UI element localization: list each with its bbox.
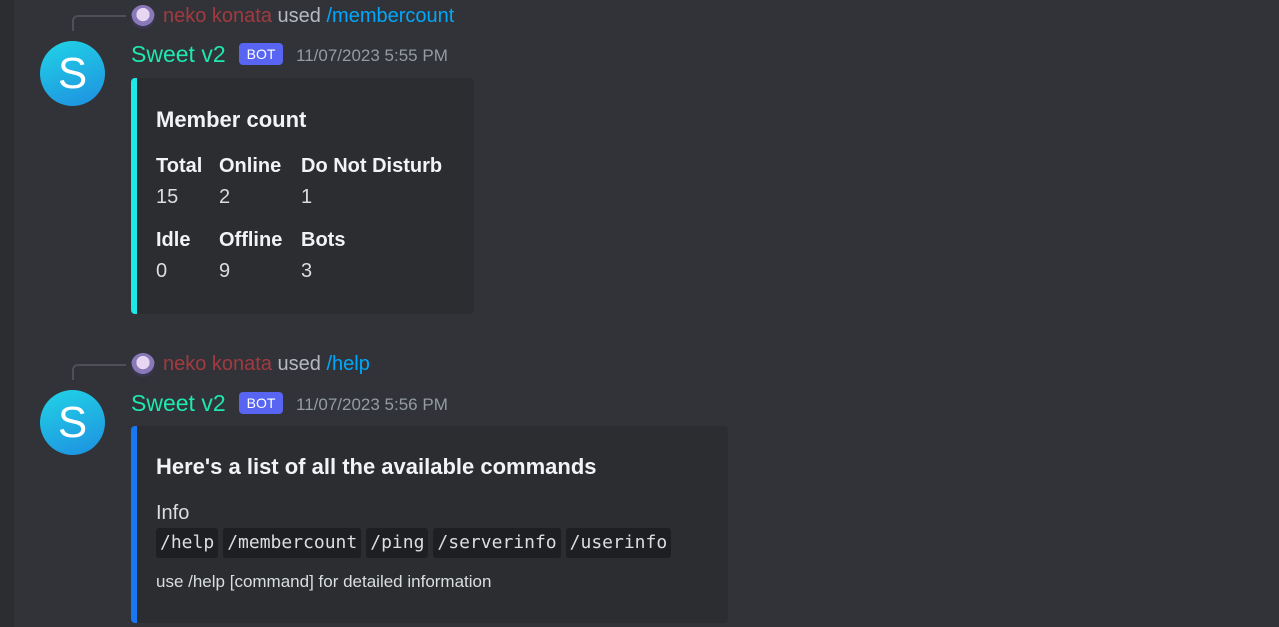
bot-badge: BOT bbox=[239, 392, 283, 414]
message-timestamp[interactable]: 11/07/2023 5:55 PM bbox=[296, 46, 448, 66]
field-name-online: Online bbox=[219, 155, 282, 177]
field-name-idle: Idle bbox=[156, 229, 191, 251]
author-name[interactable]: Sweet v2 bbox=[131, 41, 226, 68]
reply-command[interactable]: /membercount bbox=[326, 5, 454, 27]
reply-command[interactable]: /help bbox=[326, 353, 369, 375]
field-value-dnd: 1 bbox=[301, 186, 313, 208]
reply-used-label: used bbox=[277, 5, 321, 27]
reply-avatar-icon[interactable] bbox=[131, 353, 155, 377]
field-value-online: 2 bbox=[219, 186, 231, 208]
reply-used-label: used bbox=[277, 353, 321, 375]
reply-username[interactable]: neko konata bbox=[163, 353, 272, 375]
left-panel-edge bbox=[0, 0, 14, 627]
bot-badge: BOT bbox=[239, 43, 283, 65]
field-value-total: 15 bbox=[156, 186, 179, 208]
command-list: /help /membercount /ping /serverinfo /us… bbox=[156, 528, 672, 558]
field-name-info: Info bbox=[156, 502, 190, 524]
author-name[interactable]: Sweet v2 bbox=[131, 390, 226, 417]
reply-username[interactable]: neko konata bbox=[163, 5, 272, 27]
field-name-offline: Offline bbox=[219, 229, 283, 251]
command-code: /help bbox=[156, 528, 219, 558]
reply-avatar-icon[interactable] bbox=[131, 5, 155, 29]
field-value-idle: 0 bbox=[156, 260, 168, 282]
command-code: /serverinfo bbox=[433, 528, 561, 558]
embed-help: Here's a list of all the available comma… bbox=[131, 426, 728, 623]
author-avatar-icon[interactable]: S bbox=[40, 41, 105, 106]
embed-color-bar bbox=[131, 426, 137, 623]
field-value-offline: 9 bbox=[219, 260, 231, 282]
reply-connector bbox=[72, 15, 126, 31]
field-name-dnd: Do Not Disturb bbox=[301, 155, 443, 177]
reply-connector bbox=[72, 364, 126, 380]
embed-footer-text: use /help [command] for detailed informa… bbox=[156, 572, 492, 591]
command-code: /ping bbox=[366, 528, 429, 558]
field-name-bots: Bots bbox=[301, 229, 346, 251]
field-value-bots: 3 bbox=[301, 260, 313, 282]
message-timestamp[interactable]: 11/07/2023 5:56 PM bbox=[296, 395, 448, 415]
reply-context: neko konata used /membercount bbox=[163, 5, 454, 28]
command-code: /membercount bbox=[223, 528, 362, 558]
field-name-total: Total bbox=[156, 155, 203, 177]
command-code: /userinfo bbox=[565, 528, 672, 558]
embed-title: Here's a list of all the available comma… bbox=[156, 454, 597, 479]
embed-color-bar bbox=[131, 78, 137, 314]
embed-title: Member count bbox=[156, 107, 307, 132]
embed-membercount: Member count Total 15 Online 2 Do Not Di… bbox=[131, 78, 474, 314]
reply-context: neko konata used /help bbox=[163, 353, 370, 376]
author-avatar-icon[interactable]: S bbox=[40, 390, 105, 455]
